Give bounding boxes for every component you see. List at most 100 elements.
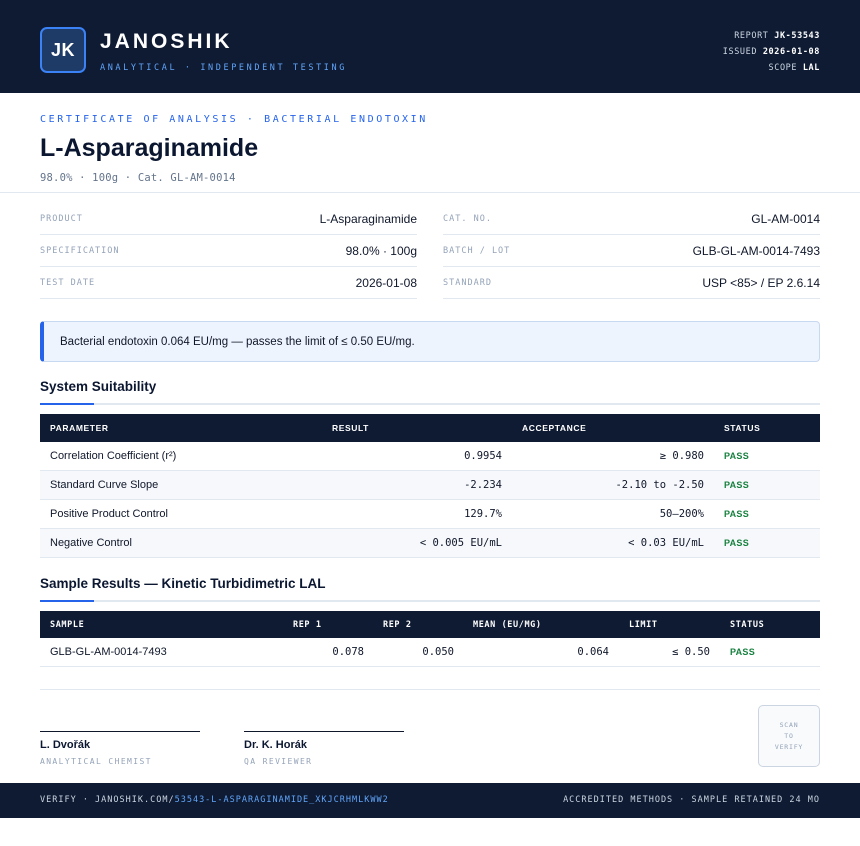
info-value: L-Asparaginamide — [319, 211, 417, 226]
report-value: JK-53543 — [774, 31, 820, 41]
brand-name: JANOSHIK — [100, 30, 233, 53]
info-label: PRODUCT — [40, 213, 83, 224]
section-rule-accent — [40, 600, 94, 602]
scope-label: SCOPE — [768, 63, 798, 73]
col-header-parameter: PARAMETER — [50, 423, 109, 433]
table-row: Standard Curve Slope -2.234 -2.10 to -2.… — [40, 471, 820, 500]
info-value: GL-AM-0014 — [751, 211, 820, 226]
info-label: SPECIFICATION — [40, 245, 120, 256]
cell-result: -2.234 — [464, 479, 502, 491]
section-title-system-suitability: System Suitability — [40, 379, 157, 394]
info-value: 2026-01-08 — [355, 275, 417, 290]
cell-mean: 0.064 — [577, 646, 609, 658]
col-header-sample: SAMPLE — [50, 619, 85, 630]
table-row: Correlation Coefficient (r²) 0.9954 ≥ 0.… — [40, 442, 820, 471]
col-header-rep2: REP 2 — [383, 619, 412, 630]
status-badge: PASS — [730, 647, 756, 657]
signatory-role: ANALYTICAL CHEMIST — [40, 757, 152, 766]
info-row-cat-no: CAT. NO. GL-AM-0014 — [443, 203, 820, 235]
cell-result: < 0.005 EU/mL — [419, 537, 502, 549]
info-row-specification: SPECIFICATION 98.0% · 100g — [40, 235, 417, 267]
brand-logo: JK — [40, 27, 86, 73]
sample-results-table: SAMPLE REP 1 REP 2 MEAN (EU/MG) LIMIT ST… — [40, 611, 820, 667]
page-title: L-Asparaginamide — [40, 134, 259, 162]
cell-parameter: Negative Control — [50, 537, 132, 549]
cell-result: 0.9954 — [464, 450, 502, 462]
qr-text: TO — [784, 731, 794, 740]
verify-line: VERIFY · JANOSHIK.COM/53543-L-ASPARAGINA… — [40, 795, 389, 805]
cell-rep2: 0.050 — [422, 646, 454, 658]
col-header-rep1: REP 1 — [293, 619, 322, 630]
scan-to-verify-qr[interactable]: SCAN TO VERIFY — [758, 705, 820, 767]
signatory-role: QA REVIEWER — [244, 757, 313, 766]
table-row: Positive Product Control 129.7% 50–200% … — [40, 500, 820, 529]
info-row-product: PRODUCT L-Asparaginamide — [40, 203, 417, 235]
report-id-line: REPORT JK-53543 — [723, 28, 820, 44]
status-badge: PASS — [724, 538, 750, 548]
cell-rep1: 0.078 — [332, 646, 364, 658]
status-badge: PASS — [724, 480, 750, 490]
cell-acceptance: 50–200% — [659, 508, 704, 520]
cell-result: 129.7% — [464, 508, 502, 520]
signature-line — [40, 731, 200, 732]
cell-parameter: Standard Curve Slope — [50, 479, 159, 491]
cell-acceptance: ≥ 0.980 — [659, 450, 704, 462]
section-title-sample-results: Sample Results — Kinetic Turbidimetric L… — [40, 576, 326, 591]
issued-label: ISSUED — [722, 47, 758, 57]
col-header-status: STATUS — [724, 423, 761, 433]
footer-note: ACCREDITED METHODS · SAMPLE RETAINED 24 … — [563, 795, 820, 805]
section-rule-accent — [40, 403, 94, 405]
cell-parameter: Positive Product Control — [50, 508, 168, 520]
info-label: STANDARD — [443, 277, 492, 288]
info-label: TEST DATE — [40, 277, 96, 288]
signatory-name: L. Dvořák — [40, 739, 91, 751]
cell-sample: GLB-GL-AM-0014-7493 — [50, 646, 167, 658]
result-summary-callout: Bacterial endotoxin 0.064 EU/mg — passes… — [40, 321, 820, 362]
col-header-status: STATUS — [730, 619, 765, 630]
info-label: CAT. NO. — [443, 213, 492, 224]
issued-value: 2026-01-08 — [762, 47, 820, 57]
table-row: GLB-GL-AM-0014-7493 0.078 0.050 0.064 ≤ … — [40, 638, 820, 667]
signature-line — [244, 731, 404, 732]
status-badge: PASS — [724, 451, 750, 461]
qr-text: VERIFY — [774, 742, 804, 751]
info-right-column: CAT. NO. GL-AM-0014 BATCH / LOT GLB-GL-A… — [443, 203, 820, 299]
table-row: Negative Control < 0.005 EU/mL < 0.03 EU… — [40, 529, 820, 558]
report-footer: VERIFY · JANOSHIK.COM/53543-L-ASPARAGINA… — [0, 783, 860, 818]
report-label: REPORT — [734, 31, 769, 41]
product-subline: 98.0% · 100g · Cat. GL-AM-0014 — [40, 172, 236, 184]
col-header-mean: MEAN (EU/MG) — [473, 619, 542, 630]
issued-line: ISSUED 2026-01-08 — [723, 44, 820, 60]
report-header: JK JANOSHIK ANALYTICAL · INDEPENDENT TES… — [0, 0, 860, 93]
verify-link[interactable]: 53543-L-ASPARAGINAMIDE_XKJCRHMLKWW2 — [175, 795, 389, 805]
report-meta: REPORT JK-53543 ISSUED 2026-01-08 SCOPE … — [723, 28, 820, 76]
info-left-column: PRODUCT L-Asparaginamide SPECIFICATION 9… — [40, 203, 417, 299]
table-header: PARAMETER RESULT ACCEPTANCE STATUS — [40, 414, 820, 442]
info-row-test-date: TEST DATE 2026-01-08 — [40, 267, 417, 299]
scope-value: LAL — [802, 63, 820, 73]
info-label: BATCH / LOT — [443, 245, 511, 256]
document-eyebrow: CERTIFICATE OF ANALYSIS · BACTERIAL ENDO… — [40, 114, 428, 125]
title-divider — [0, 192, 860, 193]
signatory-name: Dr. K. Horák — [244, 739, 307, 751]
cell-acceptance: -2.10 to -2.50 — [615, 479, 704, 491]
info-value: 98.0% · 100g — [345, 243, 417, 258]
cell-acceptance: < 0.03 EU/mL — [628, 537, 704, 549]
cell-parameter: Correlation Coefficient (r²) — [50, 450, 177, 462]
col-header-result: RESULT — [332, 423, 369, 433]
cell-limit: ≤ 0.50 — [672, 646, 710, 658]
info-row-standard: STANDARD USP <85> / EP 2.6.14 — [443, 267, 820, 299]
qr-text: SCAN — [779, 720, 799, 729]
col-header-limit: LIMIT — [629, 619, 658, 630]
status-badge: PASS — [724, 509, 750, 519]
info-row-batch: BATCH / LOT GLB-GL-AM-0014-7493 — [443, 235, 820, 267]
table-header: SAMPLE REP 1 REP 2 MEAN (EU/MG) LIMIT ST… — [40, 611, 820, 638]
scope-line: SCOPE LAL — [723, 60, 820, 76]
signature-divider — [40, 689, 820, 690]
verify-prefix: VERIFY · JANOSHIK.COM/ — [40, 795, 175, 805]
section-rule — [40, 600, 820, 602]
info-value: GLB-GL-AM-0014-7493 — [692, 243, 820, 258]
col-header-acceptance: ACCEPTANCE — [522, 423, 587, 433]
info-value: USP <85> / EP 2.6.14 — [702, 275, 820, 290]
section-rule — [40, 403, 820, 405]
